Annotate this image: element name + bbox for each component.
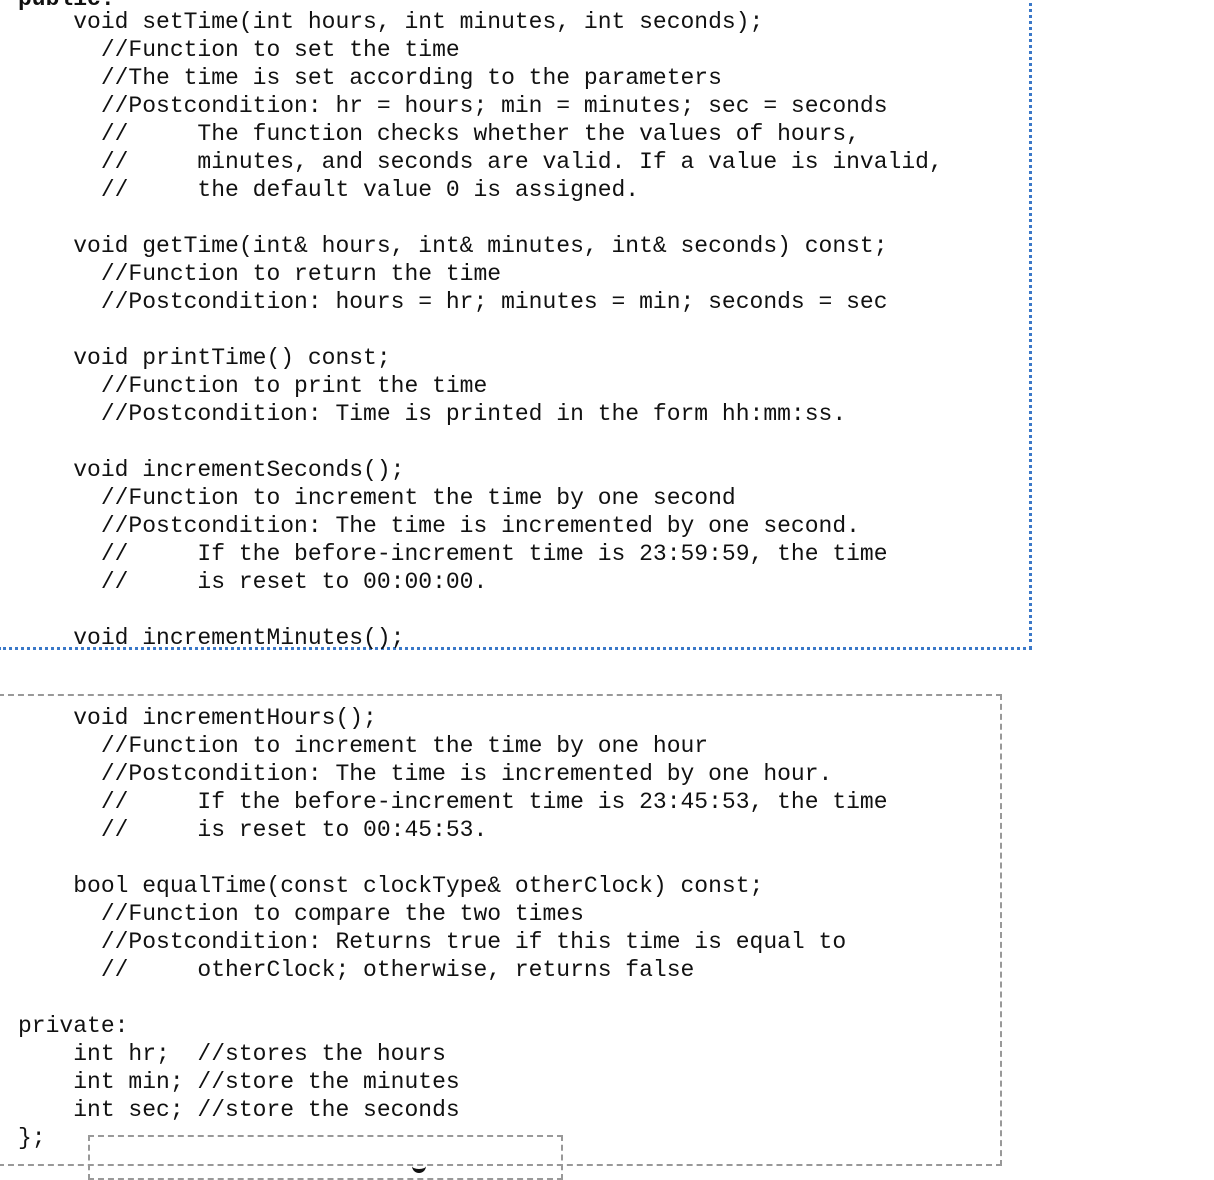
code-block-bottom: void incrementHours(); //Function to inc… bbox=[18, 704, 888, 1152]
code-line: //Postcondition: Time is printed in the … bbox=[18, 401, 847, 427]
code-line: //Function to return the time bbox=[18, 261, 502, 287]
code-line: int hr; //stores the hours bbox=[18, 1041, 446, 1067]
code-line: //Function to set the time bbox=[18, 37, 460, 63]
code-line: // If the before-increment time is 23:59… bbox=[18, 541, 888, 567]
code-line: // If the before-increment time is 23:45… bbox=[18, 789, 888, 815]
code-line: // minutes, and seconds are valid. If a … bbox=[18, 149, 943, 175]
code-line: // otherClock; otherwise, returns false bbox=[18, 957, 695, 983]
code-line: void incrementMinutes(); bbox=[18, 625, 405, 651]
code-line: //Postcondition: hr = hours; min = minut… bbox=[18, 93, 888, 119]
code-line: // The function checks whether the value… bbox=[18, 121, 860, 147]
code-line: // the default value 0 is assigned. bbox=[18, 177, 640, 203]
code-line: //Postcondition: The time is incremented… bbox=[18, 761, 833, 787]
code-line: //The time is set according to the param… bbox=[18, 65, 722, 91]
code-line: void setTime(int hours, int minutes, int… bbox=[18, 9, 764, 35]
code-line: int sec; //store the seconds bbox=[18, 1097, 460, 1123]
code-line: private: bbox=[18, 1013, 129, 1039]
code-line: //Function to compare the two times bbox=[18, 901, 584, 927]
code-line: //Postcondition: hours = hr; minutes = m… bbox=[18, 289, 888, 315]
code-line: //Function to increment the time by one … bbox=[18, 485, 736, 511]
code-line: // is reset to 00:45:53. bbox=[18, 817, 488, 843]
code-line: //Postcondition: Returns true if this ti… bbox=[18, 929, 847, 955]
code-line: void incrementHours(); bbox=[18, 705, 377, 731]
code-line: int min; //store the minutes bbox=[18, 1069, 460, 1095]
code-line: void printTime() const; bbox=[18, 345, 391, 371]
code-line: //Postcondition: The time is incremented… bbox=[18, 513, 860, 539]
caption-placeholder-box bbox=[88, 1135, 563, 1180]
code-line: //Function to increment the time by one … bbox=[18, 733, 709, 759]
code-block-top: void setTime(int hours, int minutes, int… bbox=[18, 8, 943, 652]
code-line: void getTime(int& hours, int& minutes, i… bbox=[18, 233, 888, 259]
code-line: void incrementSeconds(); bbox=[18, 457, 405, 483]
code-line: //Function to print the time bbox=[18, 373, 488, 399]
code-line: // is reset to 00:00:00. bbox=[18, 569, 488, 595]
code-line: bool equalTime(const clockType& otherClo… bbox=[18, 873, 764, 899]
